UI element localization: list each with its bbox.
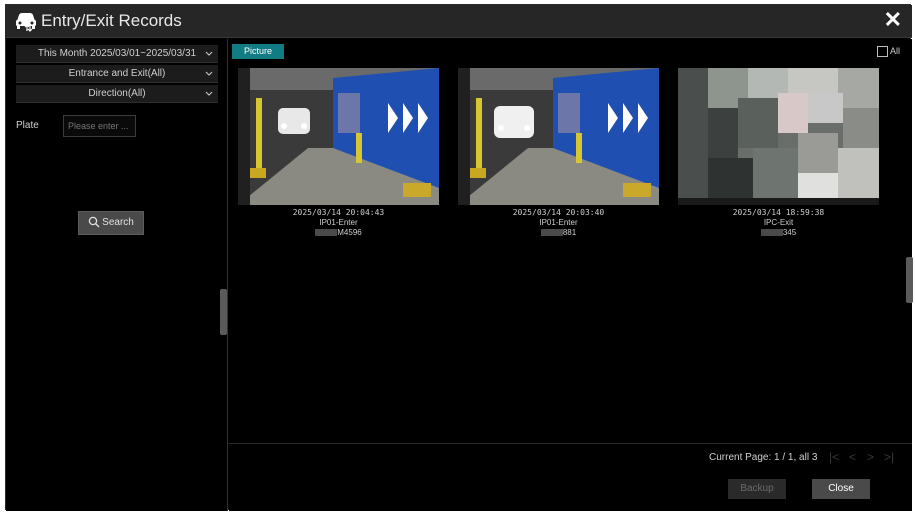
date-range-value: This Month 2025/03/01~2025/03/31 (37, 48, 197, 59)
footer-divider (229, 443, 912, 444)
plate-mask (540, 229, 563, 237)
checkbox-box[interactable] (876, 46, 888, 58)
plate-label: Plate (16, 120, 39, 131)
page-info: Current Page: 1 / 1, all 3 (709, 452, 818, 463)
record-timestamp: 2025/03/14 20:04:43 (292, 208, 385, 217)
record-camera: IP01-Enter (319, 218, 358, 227)
collapse-left-handle[interactable] (220, 289, 227, 335)
chevron-down-icon (205, 91, 213, 96)
chevron-down-icon (205, 71, 213, 76)
direction-select[interactable]: Direction(All) (16, 85, 218, 103)
window-title: Entry/Exit Records (41, 11, 182, 30)
title-bar: Entry/Exit Records ✕ (6, 5, 912, 38)
tab-picture[interactable]: Picture (232, 44, 284, 59)
plate-input[interactable] (63, 115, 136, 137)
event-type-select[interactable]: Entrance and Exit(All) (16, 65, 218, 83)
entry-exit-records-window: Entry/Exit Records ✕ This Month 2025/03/… (5, 4, 913, 511)
chevron-down-icon (205, 51, 213, 56)
search-icon (88, 217, 100, 228)
plate-suffix: 345 (782, 228, 797, 237)
parking-entrance-photo (238, 68, 439, 205)
pixelated-exit-photo (678, 68, 879, 205)
record-timestamp: 2025/03/14 18:59:38 (732, 208, 825, 217)
record-camera: IP01-Enter (539, 218, 578, 227)
record-card[interactable]: 2025/03/14 20:04:43 IP01-Enter M4596 (237, 68, 440, 237)
select-all-label: All (889, 46, 900, 56)
next-page-icon[interactable]: > (867, 450, 874, 464)
record-plate: M4596 (237, 228, 440, 237)
search-button[interactable]: Search (78, 211, 144, 235)
plate-mask (760, 229, 783, 237)
plate-suffix: 881 (562, 228, 577, 237)
plate-mask (315, 229, 338, 237)
record-plate: 881 (457, 228, 660, 237)
parking-entrance-photo (458, 68, 659, 205)
first-page-icon[interactable]: |< (829, 450, 839, 464)
filter-panel: This Month 2025/03/01~2025/03/31 Entranc… (6, 39, 228, 511)
record-card[interactable]: 2025/03/14 20:03:40 IP01-Enter 881 (457, 68, 660, 237)
car-entry-exit-icon (16, 13, 36, 32)
close-icon[interactable]: ✕ (884, 9, 902, 31)
plate-suffix: M4596 (337, 228, 362, 237)
record-snapshot[interactable] (238, 68, 439, 205)
date-range-select[interactable]: This Month 2025/03/01~2025/03/31 (16, 45, 218, 63)
record-snapshot[interactable] (678, 68, 879, 205)
select-all-checkbox[interactable]: All (876, 46, 900, 58)
record-snapshot[interactable] (458, 68, 659, 205)
record-timestamp: 2025/03/14 20:03:40 (512, 208, 605, 217)
record-plate: 345 (677, 228, 880, 237)
prev-page-icon[interactable]: < (849, 450, 856, 464)
event-type-value: Entrance and Exit(All) (68, 68, 166, 79)
direction-value: Direction(All) (88, 88, 146, 99)
search-button-label: Search (102, 217, 134, 228)
last-page-icon[interactable]: >| (884, 450, 894, 464)
results-panel: Picture All 2025/03/14 20:04:43 IP01-Ent… (229, 39, 913, 511)
close-button[interactable]: Close (812, 479, 870, 499)
collapse-right-handle[interactable] (906, 257, 913, 303)
record-card[interactable]: 2025/03/14 18:59:38 IPC-Exit 345 (677, 68, 880, 237)
backup-button[interactable]: Backup (728, 479, 786, 499)
record-camera: IPC-Exit (763, 218, 794, 227)
